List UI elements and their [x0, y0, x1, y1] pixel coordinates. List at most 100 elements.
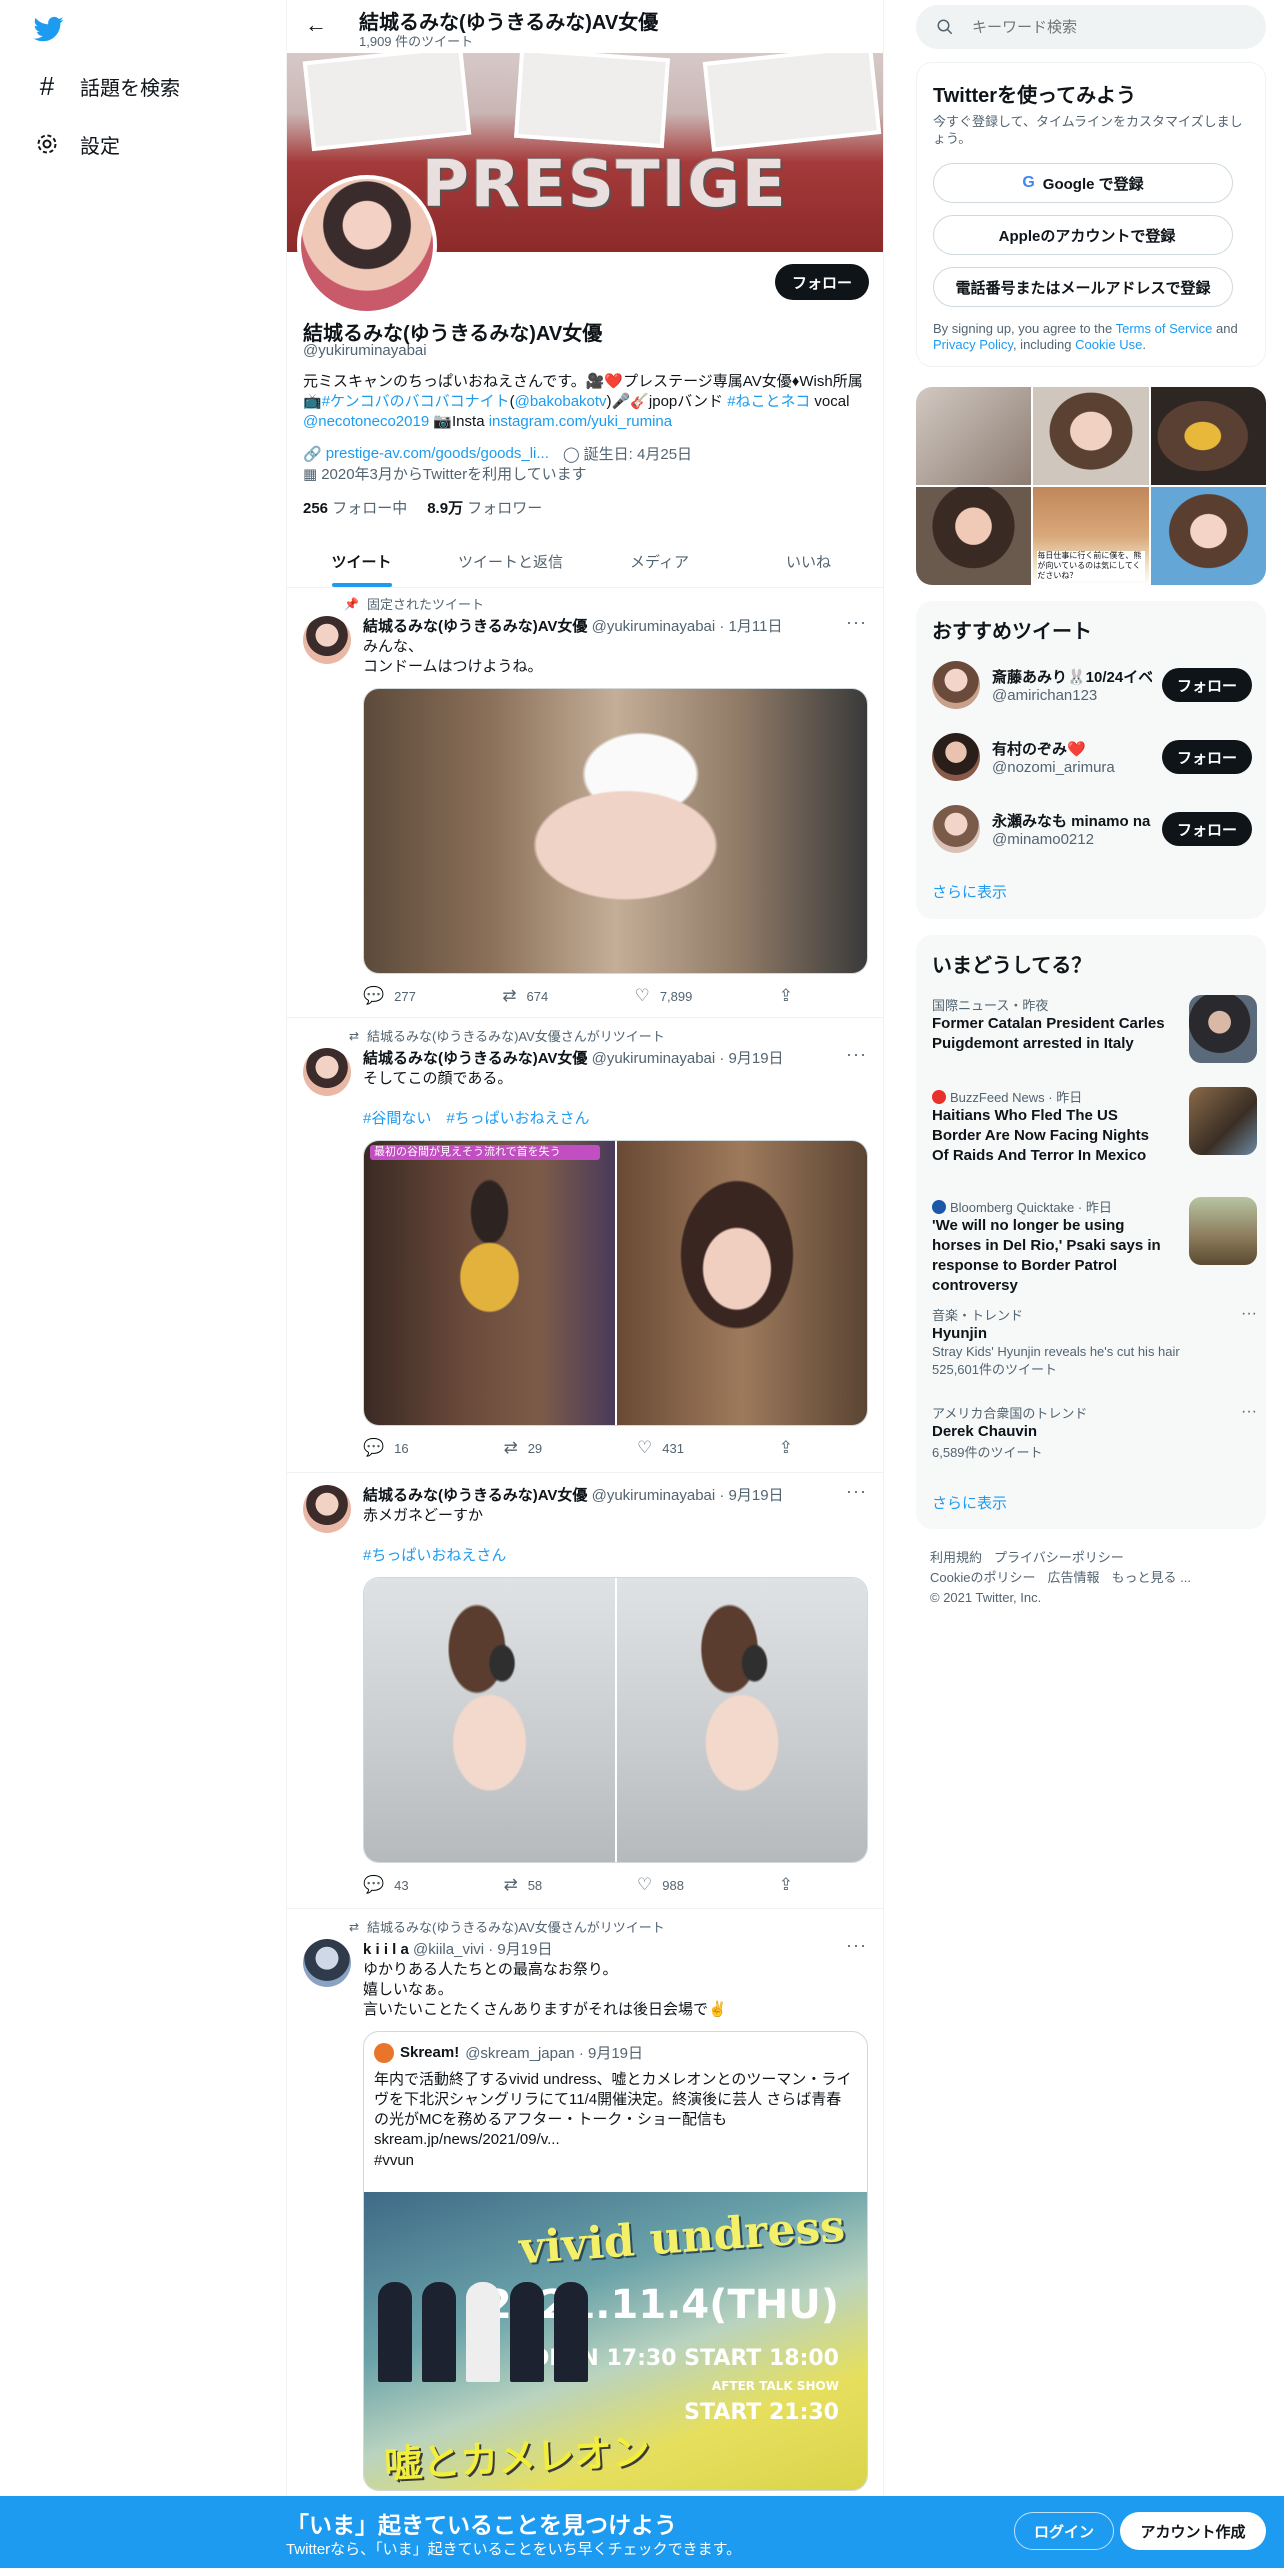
tab-tweets-replies[interactable]: ツイートと返信 — [436, 535, 585, 587]
share-button[interactable]: ⇪ — [779, 1875, 793, 1895]
more-options-icon[interactable]: ··· — [846, 612, 867, 633]
trend-item[interactable]: Bloomberg Quicktake · 昨日 'We will no lon… — [932, 1197, 1257, 1297]
show-more-link[interactable]: さらに表示 — [932, 1492, 1007, 1513]
tab-media[interactable]: メディア — [585, 535, 734, 587]
avatar[interactable] — [932, 661, 980, 709]
tweet[interactable]: ⇄ 結城るみな(ゆうきるみな)AV女優さんがリツイート k i i l a @k… — [287, 1909, 883, 2568]
tab-tweets[interactable]: ツイート — [287, 535, 436, 587]
twitter-bird-icon[interactable] — [32, 14, 66, 44]
tweet-image[interactable]: 最初の谷間が見えそう流れで首を失う — [364, 1141, 615, 1425]
tweet-author-name[interactable]: k i i l a — [363, 1941, 409, 1958]
retweet-button[interactable]: ⇄ 58 — [503, 1875, 542, 1895]
media-thumb[interactable] — [916, 487, 1032, 585]
apple-signup-button[interactable]: Appleのアカウントで登録 — [933, 215, 1233, 255]
terms-link[interactable]: Terms of Service — [1116, 321, 1213, 336]
search-input[interactable] — [972, 18, 1232, 36]
trend-item[interactable]: BuzzFeed News · 昨日 Haitians Who Fled The… — [932, 1087, 1257, 1187]
tab-likes[interactable]: いいね — [734, 535, 883, 587]
footer-link[interactable]: もっと見る ... — [1111, 1570, 1190, 1585]
avatar[interactable] — [303, 616, 351, 664]
avatar[interactable] — [303, 1485, 351, 1533]
tweet-hashtags[interactable]: #谷間ない #ちっぱいおねえさん — [363, 1109, 868, 1129]
trend-item[interactable]: アメリカ合衆国のトレンド Derek Chauvin 6,589件のツイート ·… — [932, 1403, 1257, 1463]
nav-explore[interactable]: # 話題を検索 — [34, 66, 180, 106]
tweet-author-name[interactable]: 結城るみな(ゆうきるみな)AV女優 — [363, 618, 587, 635]
profile-link[interactable]: prestige-av.com/goods/goods_li... — [326, 445, 549, 462]
avatar[interactable] — [932, 733, 980, 781]
tweet-image[interactable] — [616, 1578, 867, 1862]
bio-hashtag-link[interactable]: #ケンコバのバコバコナイト — [322, 393, 510, 410]
tweet-meta[interactable]: @kiila_vivi · 9月19日 — [413, 1941, 552, 1958]
avatar[interactable] — [303, 1048, 351, 1096]
signup-button[interactable]: アカウント作成 — [1120, 2512, 1266, 2550]
retweet-button[interactable]: ⇄ 674 — [502, 986, 548, 1006]
like-button[interactable]: ♡ 7,899 — [635, 986, 693, 1006]
followers-stat[interactable]: 8.9万 フォロワー — [427, 497, 542, 518]
google-signup-button[interactable]: G Google で登録 — [933, 163, 1233, 203]
suggested-user[interactable]: 斎藤あみり🐰10/24イベ @amirichan123 フォロー — [932, 657, 1252, 713]
nav-settings[interactable]: 設定 — [34, 124, 120, 164]
tweet-author-name[interactable]: 結城るみな(ゆうきるみな)AV女優 — [363, 1050, 587, 1067]
bio-mention-link[interactable]: @necotoneco2019 — [303, 413, 429, 430]
media-thumb[interactable] — [1150, 487, 1266, 585]
follow-button[interactable]: フォロー — [1162, 812, 1252, 846]
privacy-link[interactable]: Privacy Policy — [933, 337, 1013, 352]
reply-button[interactable]: 💬 277 — [363, 986, 416, 1006]
like-button[interactable]: ♡ 431 — [637, 1438, 684, 1458]
footer-link[interactable]: 利用規約 — [930, 1550, 982, 1565]
bio-mention-link[interactable]: @bakobakotv — [515, 393, 607, 410]
media-thumb[interactable] — [916, 387, 1032, 485]
follow-button[interactable]: フォロー — [1162, 740, 1252, 774]
tweet-image-grid[interactable] — [363, 1577, 868, 1863]
tweet-meta[interactable]: @yukiruminayabai · 9月19日 — [592, 1487, 784, 1504]
footer-link[interactable]: プライバシーポリシー — [994, 1550, 1124, 1565]
more-options-icon[interactable]: ··· — [846, 1044, 867, 1065]
cookie-link[interactable]: Cookie Use — [1075, 337, 1142, 352]
share-button[interactable]: ⇪ — [779, 1438, 793, 1458]
tweet[interactable]: 📌 固定されたツイート 結城るみな(ゆうきるみな)AV女優 @yukirumin… — [287, 588, 883, 1018]
tweet-image[interactable] — [616, 1141, 867, 1425]
tweet[interactable]: ⇄ 結城るみな(ゆうきるみな)AV女優さんがリツイート 結城るみな(ゆうきるみな… — [287, 1018, 883, 1473]
reply-button[interactable]: 💬 43 — [363, 1875, 409, 1895]
following-stat[interactable]: 256 フォロー中 — [303, 497, 407, 518]
reply-button[interactable]: 💬 16 — [363, 1438, 409, 1458]
more-options-icon[interactable]: ··· — [846, 1935, 867, 1956]
tweet-author-name[interactable]: 結城るみな(ゆうきるみな)AV女優 — [363, 1487, 587, 1504]
suggested-user[interactable]: 永瀬みなも minamo na @minamo0212 フォロー — [932, 801, 1252, 857]
media-thumb[interactable] — [1150, 387, 1266, 485]
search-box[interactable] — [916, 5, 1266, 49]
footer-link[interactable]: Cookieのポリシー — [930, 1570, 1035, 1585]
profile-avatar[interactable] — [297, 175, 437, 315]
suggested-user[interactable]: 有村のぞみ❤️ @nozomi_arimura フォロー — [932, 729, 1252, 785]
footer-link[interactable]: 広告情報 — [1047, 1570, 1099, 1585]
tweet-hashtags[interactable]: #ちっぱいおねえさん — [363, 1546, 868, 1566]
show-more-link[interactable]: さらに表示 — [932, 881, 1007, 902]
tweet-image[interactable] — [363, 688, 868, 974]
quoted-tweet[interactable]: Skream! @skream_japan · 9月19日 年内で活動終了するv… — [363, 2031, 868, 2491]
back-arrow-icon[interactable]: ← — [301, 12, 331, 42]
media-thumb[interactable]: 毎日仕事に行く前に僕を、熊が向いているのは気にしてくださいね？ — [1033, 487, 1149, 585]
follow-button[interactable]: フォロー — [775, 264, 869, 300]
more-options-icon[interactable]: ··· — [846, 1481, 867, 1502]
bio-hashtag-link[interactable]: #ねことネコ — [727, 393, 810, 410]
tweet-image-grid[interactable]: 最初の谷間が見えそう流れで首を失う — [363, 1140, 868, 1426]
retweet-button[interactable]: ⇄ 29 — [503, 1438, 542, 1458]
trend-item[interactable]: 国際ニュース・昨夜 Former Catalan President Carle… — [932, 995, 1257, 1075]
tweet-meta[interactable]: @yukiruminayabai · 9月19日 — [592, 1050, 784, 1067]
more-options-icon[interactable]: ··· — [1241, 1403, 1257, 1421]
avatar[interactable] — [303, 1939, 351, 1987]
tweet-image[interactable] — [364, 1578, 615, 1862]
quote-image[interactable]: vivid undress 2021.11.4(THU) OPEN 17:30 … — [364, 2192, 867, 2490]
share-button[interactable]: ⇪ — [779, 986, 793, 1006]
trend-item[interactable]: 音楽・トレンド Hyunjin Stray Kids' Hyunjin reve… — [932, 1305, 1257, 1385]
avatar[interactable] — [932, 805, 980, 853]
follow-button[interactable]: フォロー — [1162, 668, 1252, 702]
login-button[interactable]: ログイン — [1014, 2512, 1114, 2550]
phone-signup-button[interactable]: 電話番号またはメールアドレスで登録 — [933, 267, 1233, 307]
tweet[interactable]: 結城るみな(ゆうきるみな)AV女優 @yukiruminayabai · 9月1… — [287, 1473, 883, 1909]
media-thumb[interactable] — [1033, 387, 1149, 485]
like-button[interactable]: ♡ 988 — [637, 1875, 684, 1895]
more-options-icon[interactable]: ··· — [1241, 1305, 1257, 1323]
tweet-meta[interactable]: @yukiruminayabai · 1月11日 — [592, 618, 783, 635]
bio-instagram-link[interactable]: instagram.com/yuki_rumina — [489, 413, 672, 430]
